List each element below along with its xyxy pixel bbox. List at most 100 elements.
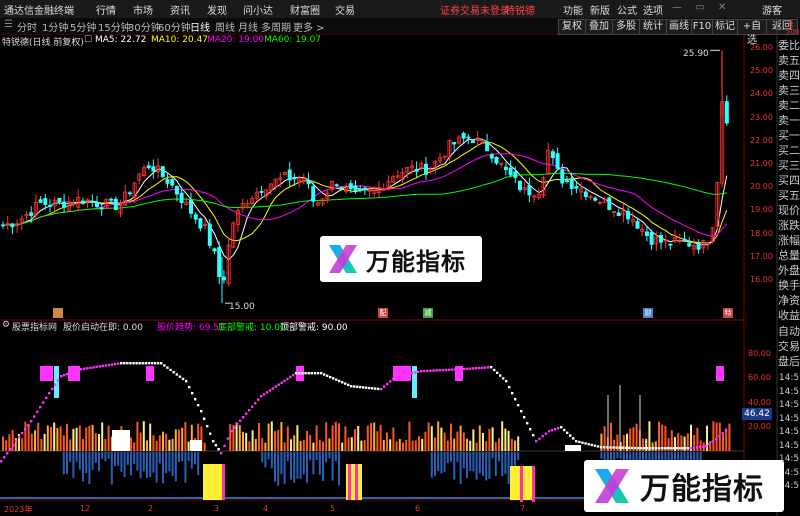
trend-dot xyxy=(499,374,502,377)
indicator-bar-up xyxy=(699,440,702,451)
side-panel-item[interactable]: 委比 xyxy=(778,38,800,54)
indicator-bar-down xyxy=(190,452,193,469)
indicator-bar-up xyxy=(709,441,712,451)
indicator-bar-up xyxy=(466,438,468,451)
indicator-bar-up xyxy=(267,423,270,451)
trend-dot xyxy=(724,429,728,432)
date-tick: 3 xyxy=(214,504,220,513)
indicator-bar-down xyxy=(616,452,619,459)
trend-dot xyxy=(578,440,581,444)
side-panel-item[interactable]: 卖一 xyxy=(778,113,800,129)
side-panel-item[interactable]: 净资 xyxy=(778,293,800,309)
indicator-bar-up xyxy=(78,425,81,451)
side-panel-item[interactable]: 卖四 xyxy=(778,68,800,84)
trend-dot xyxy=(395,375,398,378)
trend-dot xyxy=(708,442,711,446)
side-panel-item[interactable]: 卖五 xyxy=(778,53,800,69)
trend-dot xyxy=(380,388,383,391)
side-panel-item[interactable]: 买四 xyxy=(778,173,800,189)
candle-body xyxy=(165,179,170,184)
trend-dot xyxy=(684,447,687,450)
indicator-bar-up xyxy=(658,421,660,451)
side-panel-lower-item[interactable]: 盘后 xyxy=(778,354,800,370)
indicator-bar-up xyxy=(350,437,353,451)
indicator-title: 股票指标网 xyxy=(12,323,58,333)
indicator-gear-icon[interactable]: ⚙ xyxy=(2,320,10,330)
side-panel-item[interactable]: 买二 xyxy=(778,143,800,159)
event-marker[interactable]: 减 xyxy=(423,308,433,318)
indicator-bar-up xyxy=(139,432,142,451)
indicator-bar-up xyxy=(475,442,478,451)
indicator-bar-down xyxy=(482,452,484,476)
side-panel-item[interactable]: 买三 xyxy=(778,158,800,174)
indicator-bar-down xyxy=(264,452,267,468)
indicator-bar-up xyxy=(187,441,190,451)
indicator-bar-up xyxy=(62,435,65,451)
side-panel-item[interactable]: 现价 xyxy=(778,203,800,219)
trend-dot xyxy=(572,437,575,440)
candle-body xyxy=(207,223,212,246)
price-tick: 18.00 xyxy=(750,228,773,238)
indicator-bar-up xyxy=(411,440,414,451)
trend-dot xyxy=(669,447,672,450)
candle-body xyxy=(485,141,490,152)
indicator-bar-up xyxy=(165,433,168,451)
side-panel-item[interactable]: 买一 xyxy=(778,128,800,144)
trend-dot xyxy=(472,367,475,370)
trend-dot xyxy=(289,375,292,379)
side-panel-lower-item[interactable]: 交易 xyxy=(778,339,800,355)
candle-body xyxy=(508,167,513,176)
side-panel-item[interactable]: 总量 xyxy=(778,248,800,264)
trend-dot xyxy=(702,445,705,448)
trend-dot xyxy=(104,364,108,367)
candle-body xyxy=(461,132,466,139)
candle-body xyxy=(583,191,588,198)
indicator-bar-up xyxy=(251,430,254,451)
indicator-bar-down xyxy=(331,452,334,481)
trend-dot xyxy=(332,377,335,380)
trend-dot xyxy=(657,447,661,450)
trend-dot xyxy=(316,372,320,375)
candle-body xyxy=(113,198,118,211)
indicator-bar-up xyxy=(338,423,340,451)
side-panel-lower-item[interactable]: 自动 xyxy=(778,324,800,340)
indicator-bar-up xyxy=(136,421,139,451)
trend-dot xyxy=(444,368,448,372)
side-panel-item[interactable]: 换手 xyxy=(778,278,800,294)
side-panel-item[interactable]: 卖二 xyxy=(778,98,800,114)
side-panel-item[interactable]: 收益 xyxy=(778,308,800,324)
indicator-bar-up xyxy=(107,425,110,451)
trend-dot xyxy=(95,365,98,369)
trend-dot xyxy=(233,426,236,429)
candle-body xyxy=(259,191,264,193)
side-panel-item[interactable]: 买五 xyxy=(778,188,800,204)
indicator-bar-up xyxy=(453,438,456,451)
indicator-bar-up xyxy=(72,428,75,451)
indicator-bar-up xyxy=(328,438,331,451)
candle-body xyxy=(334,184,339,187)
indicator-bar-up xyxy=(229,423,232,451)
indicator-bar-up xyxy=(274,431,276,451)
event-marker[interactable]: 特 xyxy=(723,308,733,318)
indicator-bar-down xyxy=(69,452,72,462)
event-marker[interactable]: 配 xyxy=(378,308,388,318)
side-panel-item[interactable]: 涨幅 xyxy=(778,233,800,249)
side-panel-item[interactable]: 外盘 xyxy=(778,263,800,279)
indicator-bar-up xyxy=(34,430,36,451)
trend-dot xyxy=(517,404,520,407)
high-price-label: 25.90 xyxy=(683,49,709,59)
event-marker[interactable] xyxy=(53,308,63,318)
indicator-bar-up xyxy=(75,427,78,451)
trend-dot xyxy=(48,392,51,395)
side-panel-item[interactable]: 卖三 xyxy=(778,83,800,99)
indicator-bar-down xyxy=(469,452,472,472)
trend-dot xyxy=(326,374,329,377)
indicator-bar-up xyxy=(363,440,366,451)
side-panel-item[interactable]: 涨跌 xyxy=(778,218,800,234)
event-marker[interactable]: 财 xyxy=(643,308,653,318)
trend-dot xyxy=(283,379,286,383)
low-price-label: 15.00 xyxy=(229,302,255,312)
indicator-bar-up xyxy=(376,431,379,451)
indicator-bar-up xyxy=(94,433,97,451)
indicator-bar-up xyxy=(299,440,302,451)
